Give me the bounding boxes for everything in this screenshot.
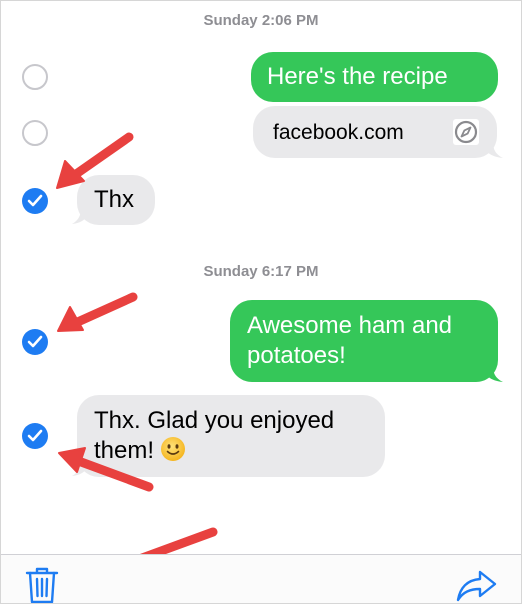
select-circle-message-2[interactable] — [22, 120, 48, 146]
slightly-smiling-face-emoji-icon — [161, 437, 186, 461]
trash-icon[interactable] — [25, 567, 59, 604]
bubble-tail — [481, 141, 503, 158]
message-bubble-incoming[interactable]: Thx — [77, 175, 155, 225]
select-circle-message-3[interactable] — [22, 188, 48, 214]
message-text-line: Thx. Glad you enjoyed — [94, 407, 335, 434]
checkmark-icon — [27, 335, 43, 348]
checkmark-icon — [27, 194, 43, 207]
edit-toolbar — [1, 554, 521, 604]
checkmark-icon — [27, 429, 43, 442]
message-bubble-outgoing[interactable]: Here's the recipe — [251, 52, 498, 102]
message-bubble-incoming[interactable]: Thx. Glad you enjoyed them! — [77, 395, 385, 477]
messages-screen: Sunday 2:06 PM Sunday 6:17 PM Here's the… — [0, 0, 522, 604]
message-text: Here's the recipe — [267, 63, 448, 90]
message-text-line: them! — [94, 436, 385, 466]
select-circle-message-5[interactable] — [22, 423, 48, 449]
share-arrow-icon[interactable] — [456, 569, 498, 603]
timestamp: Sunday 2:06 PM — [203, 12, 319, 29]
link-domain: facebook.com — [273, 121, 404, 144]
message-bubble-outgoing[interactable]: Awesome ham and potatoes! — [230, 300, 498, 382]
message-text-line: Awesome ham and — [247, 312, 453, 339]
link-preview-bubble[interactable]: facebook.com — [253, 106, 497, 158]
message-text: Thx — [94, 186, 135, 213]
timestamp: Sunday 6:17 PM — [203, 263, 319, 280]
select-circle-message-4[interactable] — [22, 329, 48, 355]
annotation-arrow — [57, 292, 138, 332]
select-circle-message-1[interactable] — [22, 64, 48, 90]
message-text: them! — [94, 437, 155, 464]
compass-icon — [453, 119, 479, 145]
message-text-line: potatoes! — [247, 342, 346, 369]
